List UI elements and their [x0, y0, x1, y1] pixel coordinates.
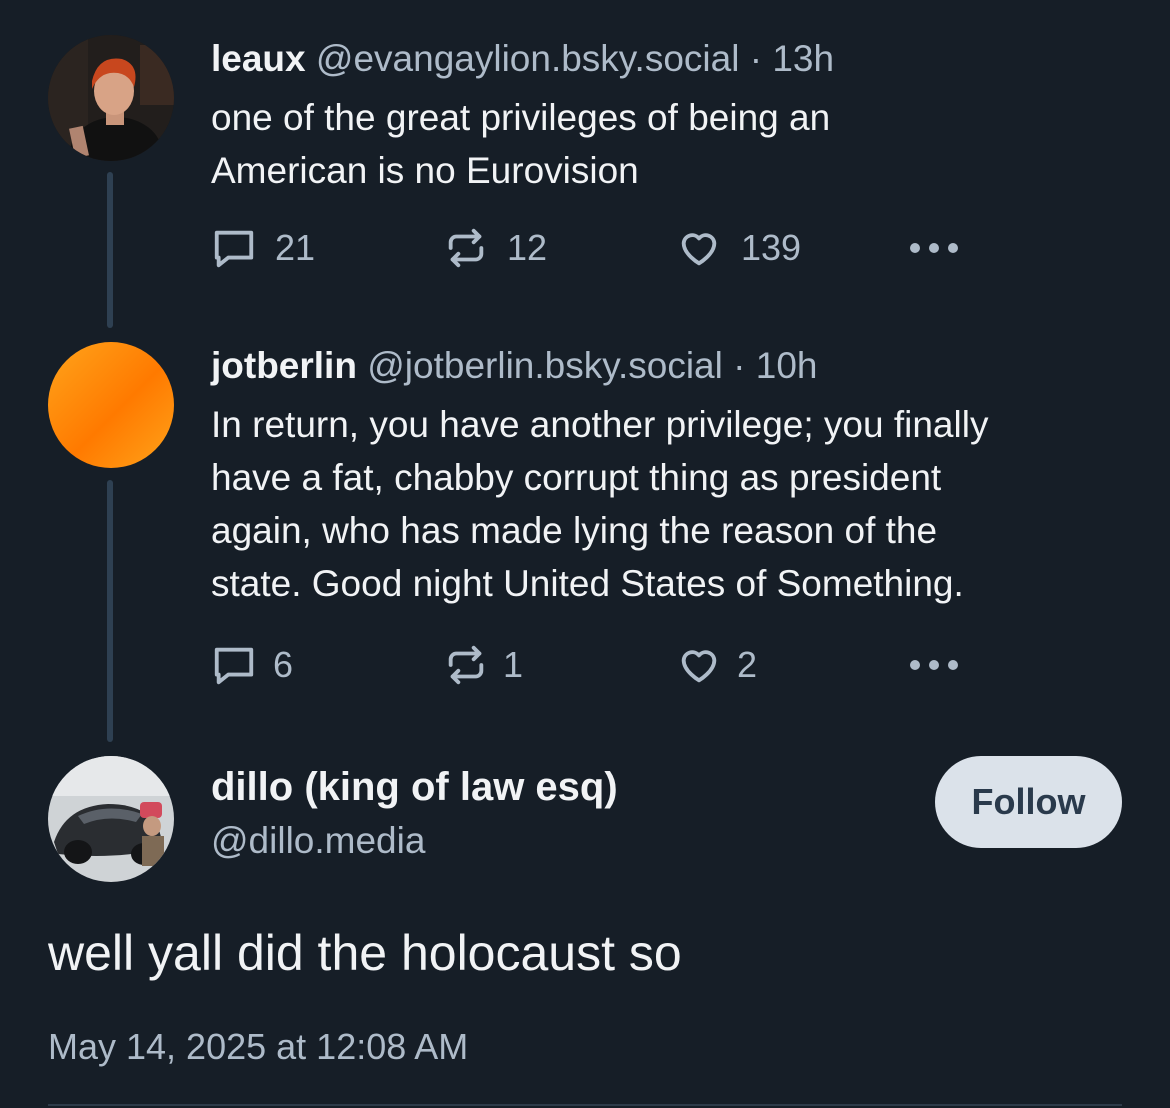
post-header: jotberlin @jotberlin.bsky.social · 10h — [211, 344, 1130, 388]
like-button[interactable]: 139 — [675, 223, 801, 273]
post-time[interactable]: 13h — [772, 38, 834, 79]
thread-line — [107, 172, 113, 328]
post-timestamp: May 14, 2025 at 12:08 AM — [48, 1026, 469, 1067]
post-actions: 6 1 2 — [211, 640, 1130, 690]
post-actions: 21 12 139 — [211, 223, 1130, 273]
post-text-line: again, who has made lying the reason of … — [211, 510, 938, 551]
separator: · — [749, 38, 763, 79]
post-text: In return, you have another privilege; y… — [211, 398, 1130, 610]
more-options-icon — [910, 660, 958, 670]
repost-button[interactable]: 12 — [443, 223, 547, 273]
thread-line — [107, 480, 113, 742]
author-name[interactable]: leaux — [211, 38, 306, 79]
author-name[interactable]: dillo (king of law esq) — [211, 762, 618, 812]
post-text-line: In return, you have another privilege; y… — [211, 404, 989, 445]
post-text-line: American is no Eurovision — [211, 150, 639, 191]
heart-icon — [681, 233, 717, 266]
more-options-icon — [910, 243, 958, 253]
repost-count: 12 — [507, 227, 548, 268]
avatar[interactable] — [48, 342, 174, 468]
reply-button[interactable]: 6 — [211, 640, 293, 690]
reply-button[interactable]: 21 — [211, 223, 315, 273]
author-handle[interactable]: @evangaylion.bsky.social — [316, 38, 740, 79]
author-handle[interactable]: @jotberlin.bsky.social — [367, 345, 723, 386]
post-header: leaux @evangaylion.bsky.social · 13h — [211, 37, 1130, 81]
follow-button[interactable]: Follow — [935, 756, 1122, 848]
divider — [48, 1104, 1122, 1106]
post-text-line: have a fat, chabby corrupt thing as pres… — [211, 457, 942, 498]
reply-count: 6 — [273, 644, 294, 685]
heart-icon — [681, 650, 717, 683]
post-time[interactable]: 10h — [756, 345, 818, 386]
separator: · — [733, 345, 746, 386]
like-count: 139 — [741, 227, 802, 268]
repost-icon — [448, 645, 484, 685]
more-options-button[interactable] — [908, 223, 960, 273]
post[interactable]: jotberlin @jotberlin.bsky.social · 10h I… — [211, 344, 1130, 690]
post-text-line: state. Good night United States of Somet… — [211, 563, 964, 604]
avatar[interactable] — [48, 756, 174, 882]
avatar[interactable] — [48, 35, 174, 161]
repost-button[interactable]: 1 — [443, 640, 523, 690]
reply-icon — [214, 647, 254, 685]
author-handle[interactable]: @dillo.media — [211, 818, 425, 864]
post-text: well yall did the holocaust so — [48, 925, 682, 981]
post-text-line: one of the great privileges of being an — [211, 97, 831, 138]
repost-count: 1 — [503, 644, 524, 685]
like-button[interactable]: 2 — [675, 640, 757, 690]
reply-icon — [214, 230, 254, 268]
repost-icon — [448, 228, 484, 268]
more-options-button[interactable] — [908, 640, 960, 690]
like-count: 2 — [737, 644, 758, 685]
reply-count: 21 — [275, 227, 316, 268]
post[interactable]: leaux @evangaylion.bsky.social · 13h one… — [211, 37, 1130, 273]
post-text: one of the great privileges of being an … — [211, 91, 1130, 197]
author-name[interactable]: jotberlin — [211, 345, 357, 386]
